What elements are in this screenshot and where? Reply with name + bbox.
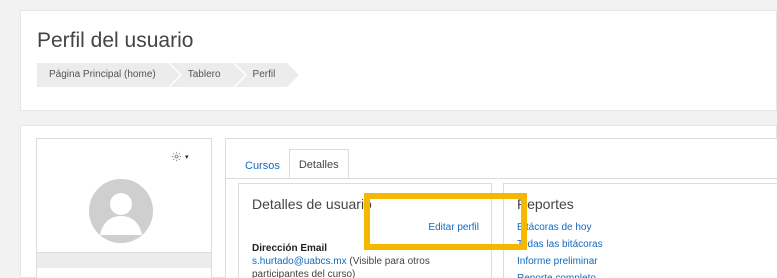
user-details-title: Detalles de usuario [252, 196, 372, 212]
breadcrumb: Página Principal (home) Tablero Perfil [37, 63, 302, 87]
user-silhouette-icon [89, 179, 153, 243]
user-actions-menu[interactable]: ▾ [171, 151, 189, 162]
user-details-section: Detalles de usuario Editar perfil Direcc… [238, 183, 492, 278]
tab-detalles[interactable]: Detalles [288, 149, 349, 179]
edit-profile-link[interactable]: Editar perfil [428, 222, 479, 233]
email-link[interactable]: s.hurtado@uabcs.mx [252, 256, 347, 267]
profile-content: Cursos Detalles Detalles de usuario Edit… [225, 138, 777, 278]
page-title: Perfil del usuario [37, 29, 194, 52]
page-header: Perfil del usuario Página Principal (hom… [20, 10, 777, 111]
report-link-all-logs[interactable]: Todas las bitácoras [517, 236, 603, 253]
reports-title: Reportes [517, 196, 574, 212]
user-card: ▾ [36, 138, 212, 278]
profile-tabs: Cursos Detalles [236, 149, 349, 179]
email-value: s.hurtado@uabcs.mx (Visible para otros p… [252, 255, 484, 278]
email-label: Dirección Email [252, 243, 328, 254]
report-link-complete[interactable]: Reporte completo [517, 270, 603, 278]
avatar [89, 179, 153, 243]
reports-section: Reportes Bitácoras de hoy Todas las bitá… [503, 183, 777, 278]
tabs-divider [226, 178, 777, 179]
breadcrumb-home[interactable]: Página Principal (home) [37, 63, 182, 87]
user-card-footer [37, 252, 211, 268]
gear-icon [171, 151, 182, 162]
tab-cursos[interactable]: Cursos [236, 153, 289, 179]
profile-region: ▾ Cursos Detalles Detalles de usuario Ed… [20, 125, 777, 278]
reports-list: Bitácoras de hoy Todas las bitácoras Inf… [517, 219, 603, 278]
chevron-down-icon: ▾ [185, 153, 189, 161]
report-link-outline[interactable]: Informe preliminar [517, 253, 603, 270]
report-link-today-logs[interactable]: Bitácoras de hoy [517, 219, 603, 236]
